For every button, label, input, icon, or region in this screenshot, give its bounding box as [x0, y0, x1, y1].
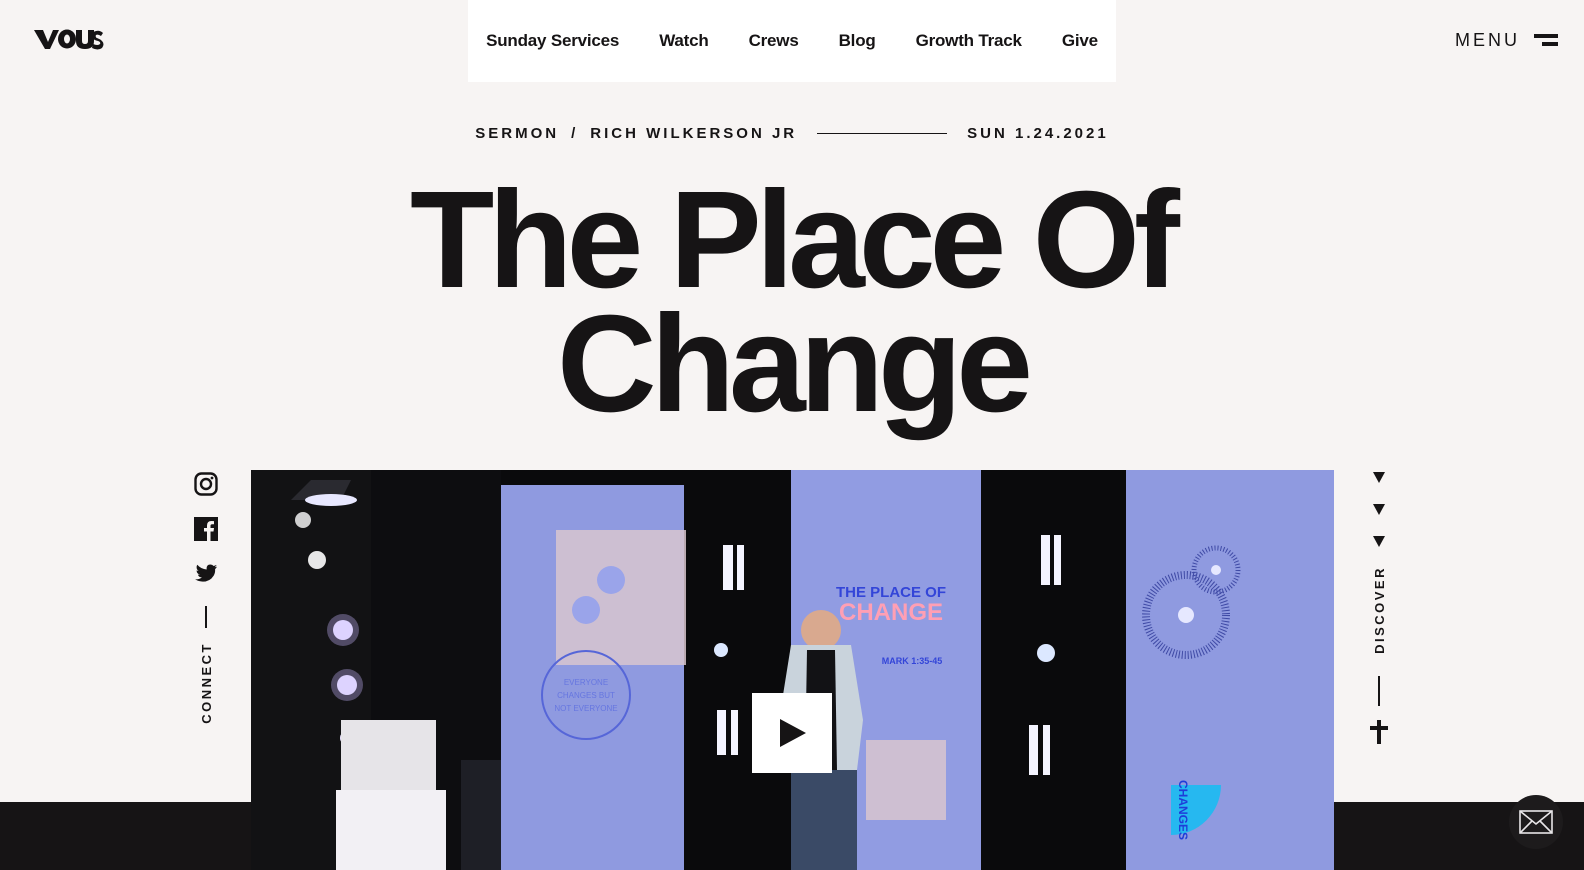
- vous-logo[interactable]: [34, 28, 104, 50]
- nav-blog[interactable]: Blog: [839, 31, 876, 51]
- facebook-icon[interactable]: [194, 517, 218, 541]
- screen-side-text: CHANGES: [1176, 780, 1190, 840]
- nav-crews[interactable]: Crews: [749, 31, 799, 51]
- svg-text:EVERYONE: EVERYONE: [564, 678, 608, 687]
- connect-label: CONNECT: [198, 642, 214, 724]
- instagram-icon[interactable]: [194, 472, 218, 496]
- nav-growth-track[interactable]: Growth Track: [916, 31, 1022, 51]
- sermon-meta: SERMON / RICH WILKERSON JR SUN 1.24.2021: [0, 125, 1584, 142]
- play-icon: [780, 719, 806, 747]
- connect-divider: [205, 606, 207, 628]
- svg-text:CHANGES BUT: CHANGES BUT: [557, 691, 615, 700]
- top-navigation: Sunday Services Watch Crews Blog Growth …: [468, 0, 1116, 82]
- sermon-category: SERMON: [475, 125, 560, 142]
- arrow-down-icon: [1373, 504, 1385, 515]
- screen-title-2: CHANGE: [839, 599, 943, 626]
- nav-give[interactable]: Give: [1062, 31, 1098, 51]
- page-title: The Place Of Change: [0, 163, 1584, 441]
- title-line-1: The Place Of: [410, 163, 1180, 317]
- sermon-date: SUN 1.24.2021: [967, 125, 1109, 142]
- sermon-speaker[interactable]: RICH WILKERSON JR: [590, 125, 797, 142]
- twitter-icon[interactable]: [194, 562, 218, 586]
- screen-reference: MARK 1:35-45: [882, 656, 943, 666]
- menu-label: MENU: [1455, 30, 1520, 50]
- nav-watch[interactable]: Watch: [659, 31, 709, 51]
- play-button[interactable]: [752, 693, 832, 773]
- arrow-down-icon: [1373, 536, 1385, 547]
- sermon-video[interactable]: EVERYONE CHANGES BUT NOT EVERYONE THE PL…: [251, 470, 1334, 870]
- meta-divider: [817, 132, 948, 135]
- svg-text:NOT EVERYONE: NOT EVERYONE: [554, 704, 617, 713]
- menu-button[interactable]: MENU: [1455, 30, 1558, 51]
- contact-button[interactable]: [1509, 795, 1563, 849]
- social-sidebar: CONNECT: [193, 472, 219, 724]
- nav-sunday-services[interactable]: Sunday Services: [486, 31, 619, 51]
- mail-icon: [1519, 810, 1553, 834]
- meta-separator: /: [571, 125, 579, 142]
- discover-sidebar[interactable]: DISCOVER: [1366, 472, 1392, 744]
- discover-label[interactable]: DISCOVER: [1372, 566, 1387, 654]
- video-stage-image: EVERYONE CHANGES BUT NOT EVERYONE THE PL…: [251, 470, 1334, 870]
- title-line-2: Change: [556, 287, 1033, 441]
- hamburger-icon: [1534, 33, 1558, 48]
- discover-divider: [1378, 675, 1380, 706]
- arrow-down-icon: [1373, 472, 1385, 483]
- cross-icon: [1370, 719, 1388, 744]
